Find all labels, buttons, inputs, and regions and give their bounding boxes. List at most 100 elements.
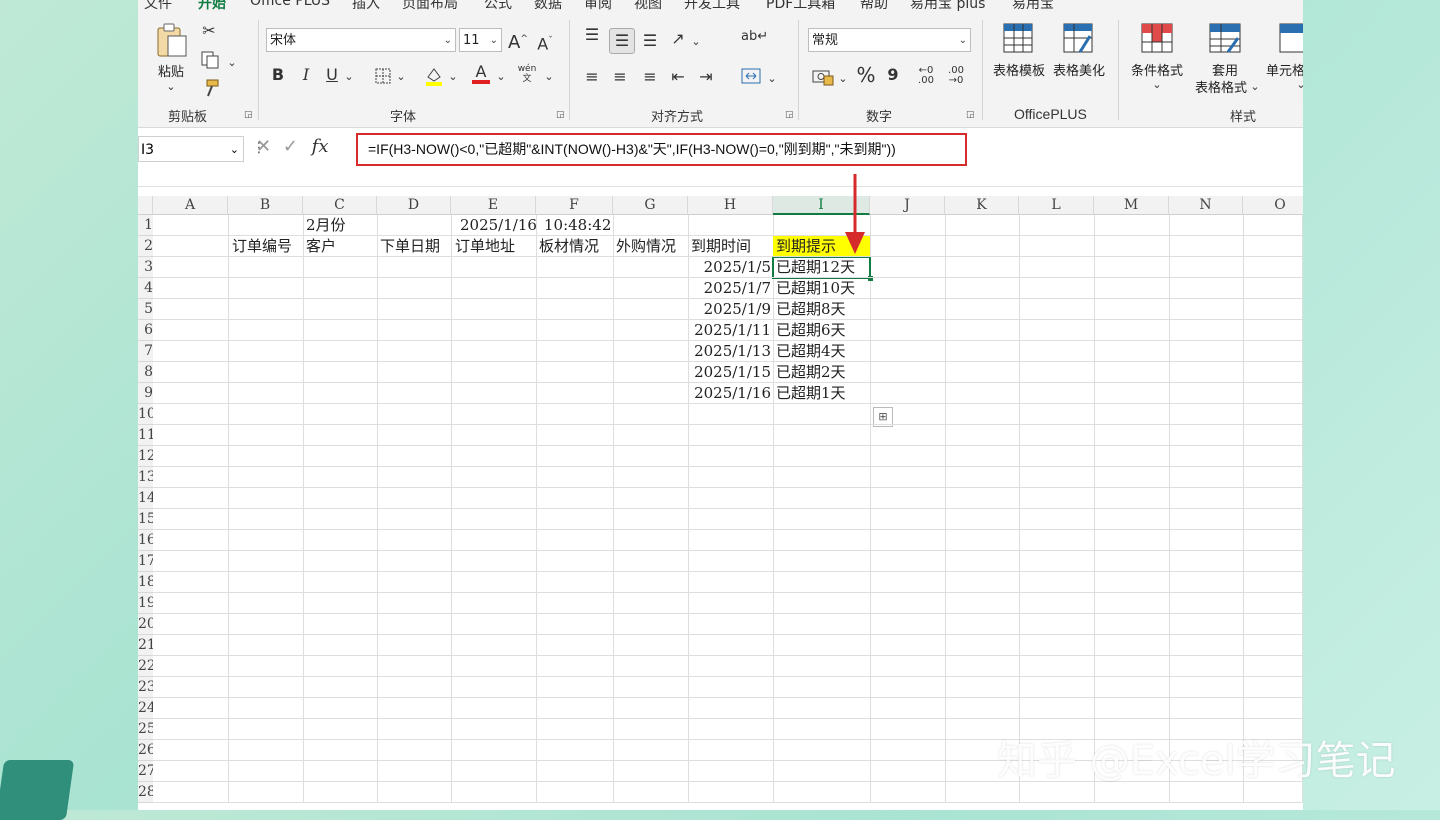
column-header-k[interactable]: K [945,196,1019,215]
menu-formulas[interactable]: 公式 [484,0,512,12]
font-color-icon[interactable]: A [472,64,490,84]
border-dropdown-icon[interactable]: ⌄ [396,68,406,86]
align-left-icon[interactable]: ≡ [583,68,601,86]
row-header[interactable]: 27 [138,761,153,782]
cancel-icon[interactable]: ✕ [256,136,271,157]
underline-dropdown-icon[interactable]: ⌄ [344,68,354,86]
underline-button[interactable]: U [324,66,340,84]
column-header-j[interactable]: J [870,196,945,215]
column-header-n[interactable]: N [1169,196,1243,215]
paste-icon[interactable] [154,22,188,58]
font-color-dropdown-icon[interactable]: ⌄ [496,68,506,86]
column-header-l[interactable]: L [1019,196,1094,215]
header-cell-g[interactable]: 外购情况 [616,236,676,257]
cell-h5[interactable]: 2025/1/9 [688,299,771,320]
row-header[interactable]: 22 [138,656,153,677]
decrease-indent-icon[interactable]: ⇤ [669,68,687,86]
worksheet-grid[interactable]: A B C D E F G H I J K L M N O 2月份 2025/1… [138,196,1303,810]
format-painter-icon[interactable] [200,78,220,98]
cell-h8[interactable]: 2025/1/15 [688,362,771,383]
table-template-icon[interactable] [1002,22,1034,54]
increase-decimal-button[interactable]: ←0.00 [914,66,938,86]
cell-h6[interactable]: 2025/1/11 [688,320,771,341]
header-cell-i[interactable]: 到期提示 [776,236,836,257]
comma-button[interactable]: 9 [886,66,900,84]
insert-function-button[interactable]: fx [312,136,329,157]
row-header[interactable]: 25 [138,719,153,740]
column-header-d[interactable]: D [377,196,451,215]
row-header[interactable]: 3 [138,257,153,278]
menu-data[interactable]: 数据 [534,0,562,12]
format-as-table-label-2[interactable]: 表格格式 [1190,77,1252,96]
border-icon[interactable] [374,67,392,85]
row-header[interactable]: 15 [138,509,153,530]
phonetic-icon[interactable]: wén 文 [516,64,538,84]
merge-center-icon[interactable] [741,67,761,85]
format-as-table-icon[interactable] [1208,22,1242,54]
menu-officeplus[interactable]: Office PLUS [250,0,330,9]
bold-button[interactable]: B [270,66,286,84]
row-header[interactable]: 6 [138,320,153,341]
menu-review[interactable]: 审阅 [584,0,612,12]
column-header-o[interactable]: O [1243,196,1303,215]
phonetic-dropdown-icon[interactable]: ⌄ [544,68,554,86]
menu-pdf[interactable]: PDF工具箱 [766,0,835,12]
row-header[interactable]: 13 [138,467,153,488]
row-header[interactable]: 9 [138,383,153,404]
header-cell-h[interactable]: 到期时间 [691,236,751,257]
row-header[interactable]: 12 [138,446,153,467]
header-cell-e[interactable]: 订单地址 [455,236,515,257]
conditional-format-icon[interactable] [1140,22,1174,54]
row-header[interactable]: 1 [138,215,153,236]
row-header[interactable]: 18 [138,572,153,593]
paste-dropdown-icon[interactable]: ⌄ [164,78,178,96]
column-header-f[interactable]: F [536,196,613,215]
cell-styles-icon[interactable] [1278,22,1303,54]
cell-e1[interactable]: 2025/1/16 [460,215,537,236]
cell-h7[interactable]: 2025/1/13 [688,341,771,362]
orientation-dropdown-icon[interactable]: ⌄ [691,33,701,51]
cell-h4[interactable]: 2025/1/7 [688,278,771,299]
cell-c1[interactable]: 2月份 [306,215,346,236]
fill-color-dropdown-icon[interactable]: ⌄ [448,68,458,86]
row-header[interactable]: 7 [138,341,153,362]
formula-input[interactable]: =IF(H3-NOW()<0,"已超期"&INT(NOW()-H3)&"天",I… [356,133,967,166]
percent-button[interactable]: % [856,65,876,85]
cell-i6[interactable]: 已超期6天 [776,320,846,341]
cell-styles-dropdown-icon[interactable]: ⌄ [1296,76,1303,94]
copy-dropdown-icon[interactable]: ⌄ [226,54,238,72]
menu-page-layout[interactable]: 页面布局 [402,0,458,12]
column-header-g[interactable]: G [613,196,688,215]
decrease-font-icon[interactable]: Aˇ [536,32,554,53]
table-beautify-label[interactable]: 表格美化 [1050,60,1108,79]
cell-i7[interactable]: 已超期4天 [776,341,846,362]
table-template-label[interactable]: 表格模板 [990,60,1048,79]
cell-i8[interactable]: 已超期2天 [776,362,846,383]
cell-h9[interactable]: 2025/1/16 [688,383,771,404]
row-header[interactable]: 23 [138,677,153,698]
header-cell-f[interactable]: 板材情况 [539,236,599,257]
column-header-e[interactable]: E [451,196,536,215]
menu-developer[interactable]: 开发工具 [684,0,740,12]
row-header[interactable]: 14 [138,488,153,509]
menu-easy-plus[interactable]: 易用宝 plus [910,0,985,12]
format-table-dropdown-icon[interactable]: ⌄ [1250,78,1260,96]
row-header[interactable]: 2 [138,236,153,257]
menu-home[interactable]: 开始 [198,0,226,12]
copy-icon[interactable] [200,50,220,70]
cell-h3[interactable]: 2025/1/5 [688,257,771,278]
menu-view[interactable]: 视图 [634,0,662,12]
align-middle-icon[interactable]: ☰ [609,28,635,54]
row-header[interactable]: 16 [138,530,153,551]
alignment-launcher-icon[interactable]: ◲ [785,110,794,120]
align-right-icon[interactable]: ≡ [641,68,659,86]
font-launcher-icon[interactable]: ◲ [556,110,565,120]
select-all-corner[interactable] [138,196,153,215]
menu-insert[interactable]: 插入 [352,0,380,12]
cell-i9[interactable]: 已超期1天 [776,383,846,404]
align-center-icon[interactable]: ≡ [611,68,629,86]
row-header[interactable]: 17 [138,551,153,572]
table-beautify-icon[interactable] [1062,22,1094,54]
menu-file[interactable]: 文件 [144,0,172,12]
cut-icon[interactable]: ✂ [200,22,218,40]
